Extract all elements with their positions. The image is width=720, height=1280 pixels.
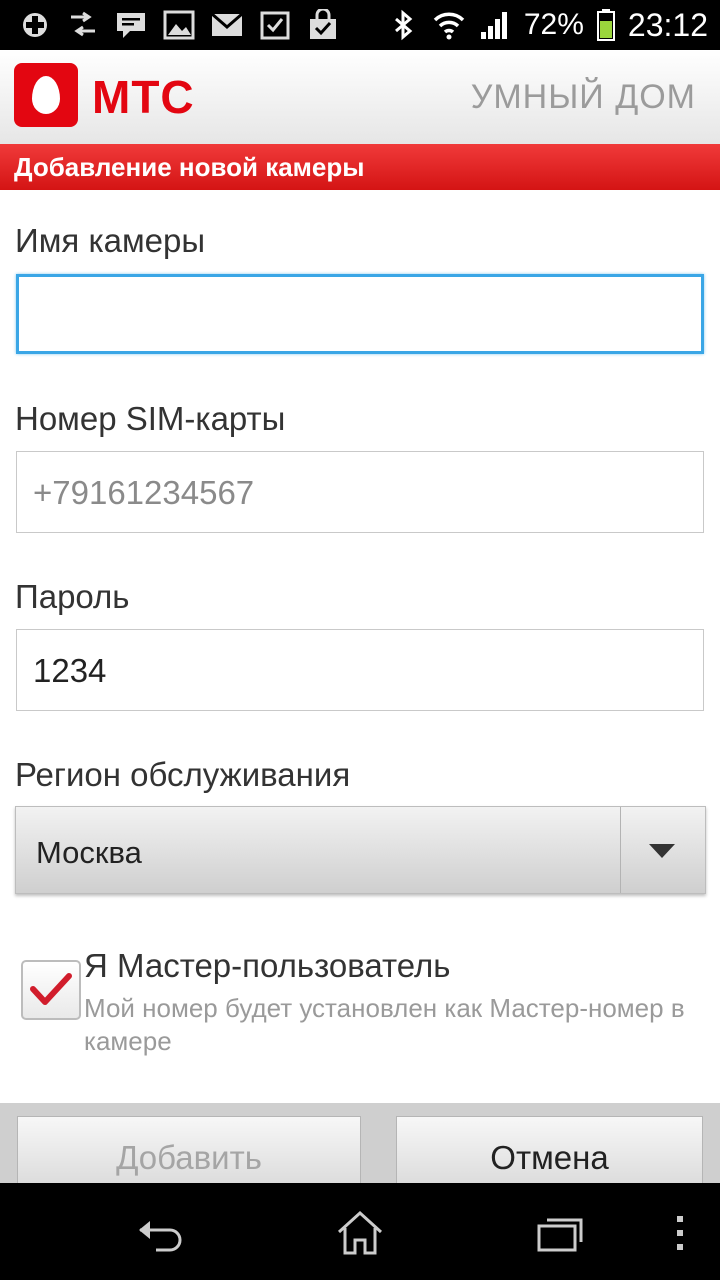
clock: 23:12 — [627, 6, 708, 43]
app-title: УМНЫЙ ДОМ — [470, 78, 696, 116]
wifi-icon — [432, 8, 466, 42]
checkmark-icon — [30, 973, 72, 1005]
bluetooth-off-icon — [386, 8, 420, 42]
select-divider — [620, 807, 621, 893]
app-header: МТС УМНЫЙ ДОМ — [0, 50, 720, 144]
menu-icon[interactable] — [660, 1208, 700, 1258]
signal-icon — [478, 8, 512, 42]
plus-icon — [18, 8, 52, 42]
home-icon[interactable] — [335, 1208, 385, 1258]
region-label: Регион обслуживания — [15, 756, 351, 793]
brand-name: МТС — [92, 71, 195, 123]
page-title: Добавление новой камеры — [14, 152, 365, 182]
region-selected-value: Москва — [36, 835, 142, 870]
master-user-description: Мой номер будет установлен как Мастер-но… — [84, 993, 685, 1056]
gallery-icon — [162, 8, 196, 42]
navigation-bar — [0, 1183, 720, 1280]
task-icon — [258, 8, 292, 42]
password-value: 1234 — [33, 652, 107, 689]
master-user-label[interactable]: Я Мастер-пользователь — [84, 947, 450, 985]
egg-logo-icon — [32, 76, 60, 114]
password-label: Пароль — [15, 578, 130, 615]
page-title-bar: Добавление новой камеры — [0, 144, 720, 190]
password-input[interactable]: 1234 — [16, 629, 704, 711]
add-button[interactable]: Добавить — [17, 1116, 361, 1186]
cancel-button[interactable]: Отмена — [396, 1116, 703, 1186]
chevron-down-icon[interactable] — [649, 844, 675, 858]
notification-icons — [18, 8, 340, 42]
region-select[interactable]: Москва — [15, 806, 706, 894]
back-icon[interactable] — [134, 1208, 184, 1258]
camera-name-label: Имя камеры — [15, 222, 206, 259]
system-status: 72% 23:12 — [386, 0, 708, 50]
message-icon — [114, 8, 148, 42]
data-transfer-icon — [66, 8, 100, 42]
sim-number-label: Номер SIM-карты — [15, 400, 286, 437]
status-bar: 72% 23:12 — [0, 0, 720, 50]
sim-number-input[interactable]: +79161234567 — [16, 451, 704, 533]
recent-apps-icon[interactable] — [535, 1208, 585, 1258]
sim-number-placeholder: +79161234567 — [33, 474, 255, 511]
gmail-icon — [210, 8, 244, 42]
battery-icon — [596, 8, 616, 42]
master-user-checkbox[interactable] — [21, 960, 81, 1020]
camera-name-input[interactable] — [16, 274, 704, 354]
battery-percent: 72% — [523, 8, 584, 41]
shopping-bag-icon — [306, 8, 340, 42]
mts-logo — [14, 63, 78, 127]
